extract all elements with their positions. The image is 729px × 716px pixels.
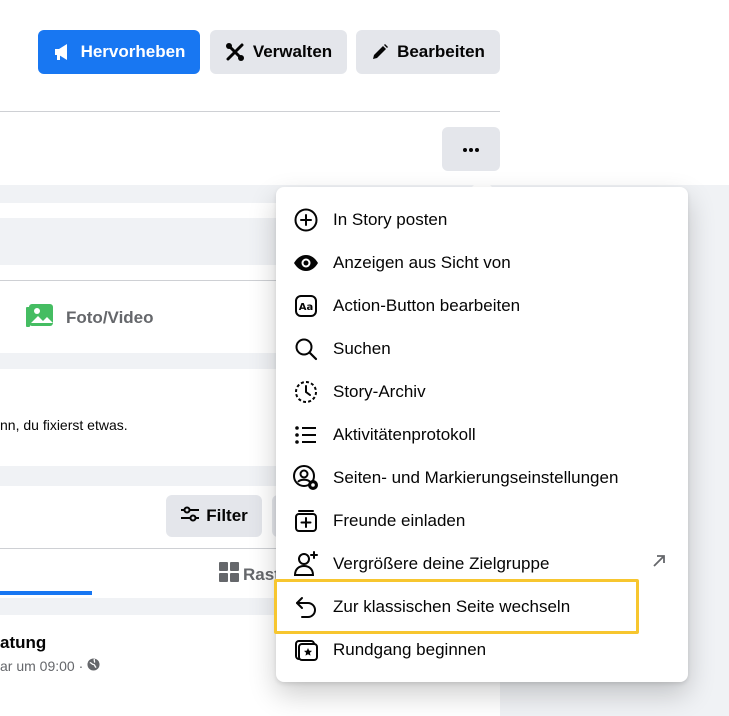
post-timestamp[interactable]: ar um 09:00 · (0, 658, 83, 674)
more-horizontal-icon (462, 140, 480, 158)
menu-item-label: Freunde einladen (333, 510, 466, 530)
page-header: Hervorheben Verwalten Bearbeiten (0, 0, 729, 185)
highlight-box (274, 579, 639, 634)
menu-item-label: Rundgang beginnen (333, 639, 487, 659)
filter-button[interactable]: Filter (166, 495, 262, 537)
photo-video-label: Foto/Video (66, 307, 154, 327)
user-gear-icon (293, 465, 319, 491)
status-text: nn, du fixierst etwas. (0, 417, 128, 433)
globe-icon (87, 658, 100, 674)
menu-item-page-tag-settings[interactable]: Seiten- und Markierungseinstellungen (276, 456, 688, 499)
plus-circle-icon (293, 207, 319, 233)
promote-button[interactable]: Hervorheben (38, 30, 200, 74)
photo-icon (26, 301, 56, 334)
menu-item-search[interactable]: Suchen (276, 327, 688, 370)
grid-icon (219, 562, 239, 587)
menu-item-activity-log[interactable]: Aktivitätenprotokoll (276, 413, 688, 456)
post-title[interactable]: atung (0, 633, 46, 653)
edit-button-label: Bearbeiten (397, 42, 485, 61)
list-icon (293, 422, 319, 448)
promote-button-label: Hervorheben (80, 42, 186, 61)
eye-icon (293, 250, 319, 276)
menu-item-label: Aktivitätenprotokoll (333, 424, 476, 444)
filter-sliders-icon (180, 506, 200, 527)
menu-item-edit-action-button[interactable]: Aa Action-Button bearbeiten (276, 284, 688, 327)
menu-item-start-tour[interactable]: Rundgang beginnen (276, 628, 688, 671)
edit-button[interactable]: Bearbeiten (356, 30, 500, 74)
user-add-icon (293, 551, 319, 577)
menu-item-label: Anzeigen aus Sicht von (333, 252, 511, 272)
pencil-icon (371, 43, 389, 61)
more-options-button[interactable] (442, 127, 500, 171)
header-divider (0, 111, 500, 112)
search-icon (293, 336, 319, 362)
menu-item-label: Seiten- und Markierungseinstellungen (333, 467, 619, 487)
menu-item-invite-friends[interactable]: Freunde einladen (276, 499, 688, 542)
filter-label: Filter (206, 506, 248, 525)
menu-item-label: Suchen (333, 338, 391, 358)
tab-grid-view[interactable]: Rast (219, 562, 280, 587)
aa-text-icon: Aa (293, 293, 319, 319)
clock-history-icon (293, 379, 319, 405)
menu-item-view-as[interactable]: Anzeigen aus Sicht von (276, 241, 688, 284)
menu-item-label: Vergrößere deine Zielgruppe (333, 553, 550, 573)
menu-item-post-story[interactable]: In Story posten (276, 198, 688, 241)
active-tab-indicator (0, 591, 92, 595)
external-arrow-icon (652, 554, 666, 573)
tools-icon (225, 42, 245, 62)
manage-button-label: Verwalten (252, 42, 333, 61)
invite-icon (293, 508, 319, 534)
post-meta: ar um 09:00 · (0, 658, 100, 674)
menu-item-story-archive[interactable]: Story-Archiv (276, 370, 688, 413)
tour-icon (293, 637, 319, 663)
svg-text:Aa: Aa (299, 302, 314, 313)
photo-video-button[interactable]: Foto/Video (26, 301, 154, 334)
menu-item-label: Action-Button bearbeiten (333, 295, 521, 315)
menu-item-label: Story-Archiv (333, 381, 426, 401)
menu-item-label: In Story posten (333, 209, 448, 229)
megaphone-icon (53, 43, 73, 61)
manage-button[interactable]: Verwalten (210, 30, 347, 74)
